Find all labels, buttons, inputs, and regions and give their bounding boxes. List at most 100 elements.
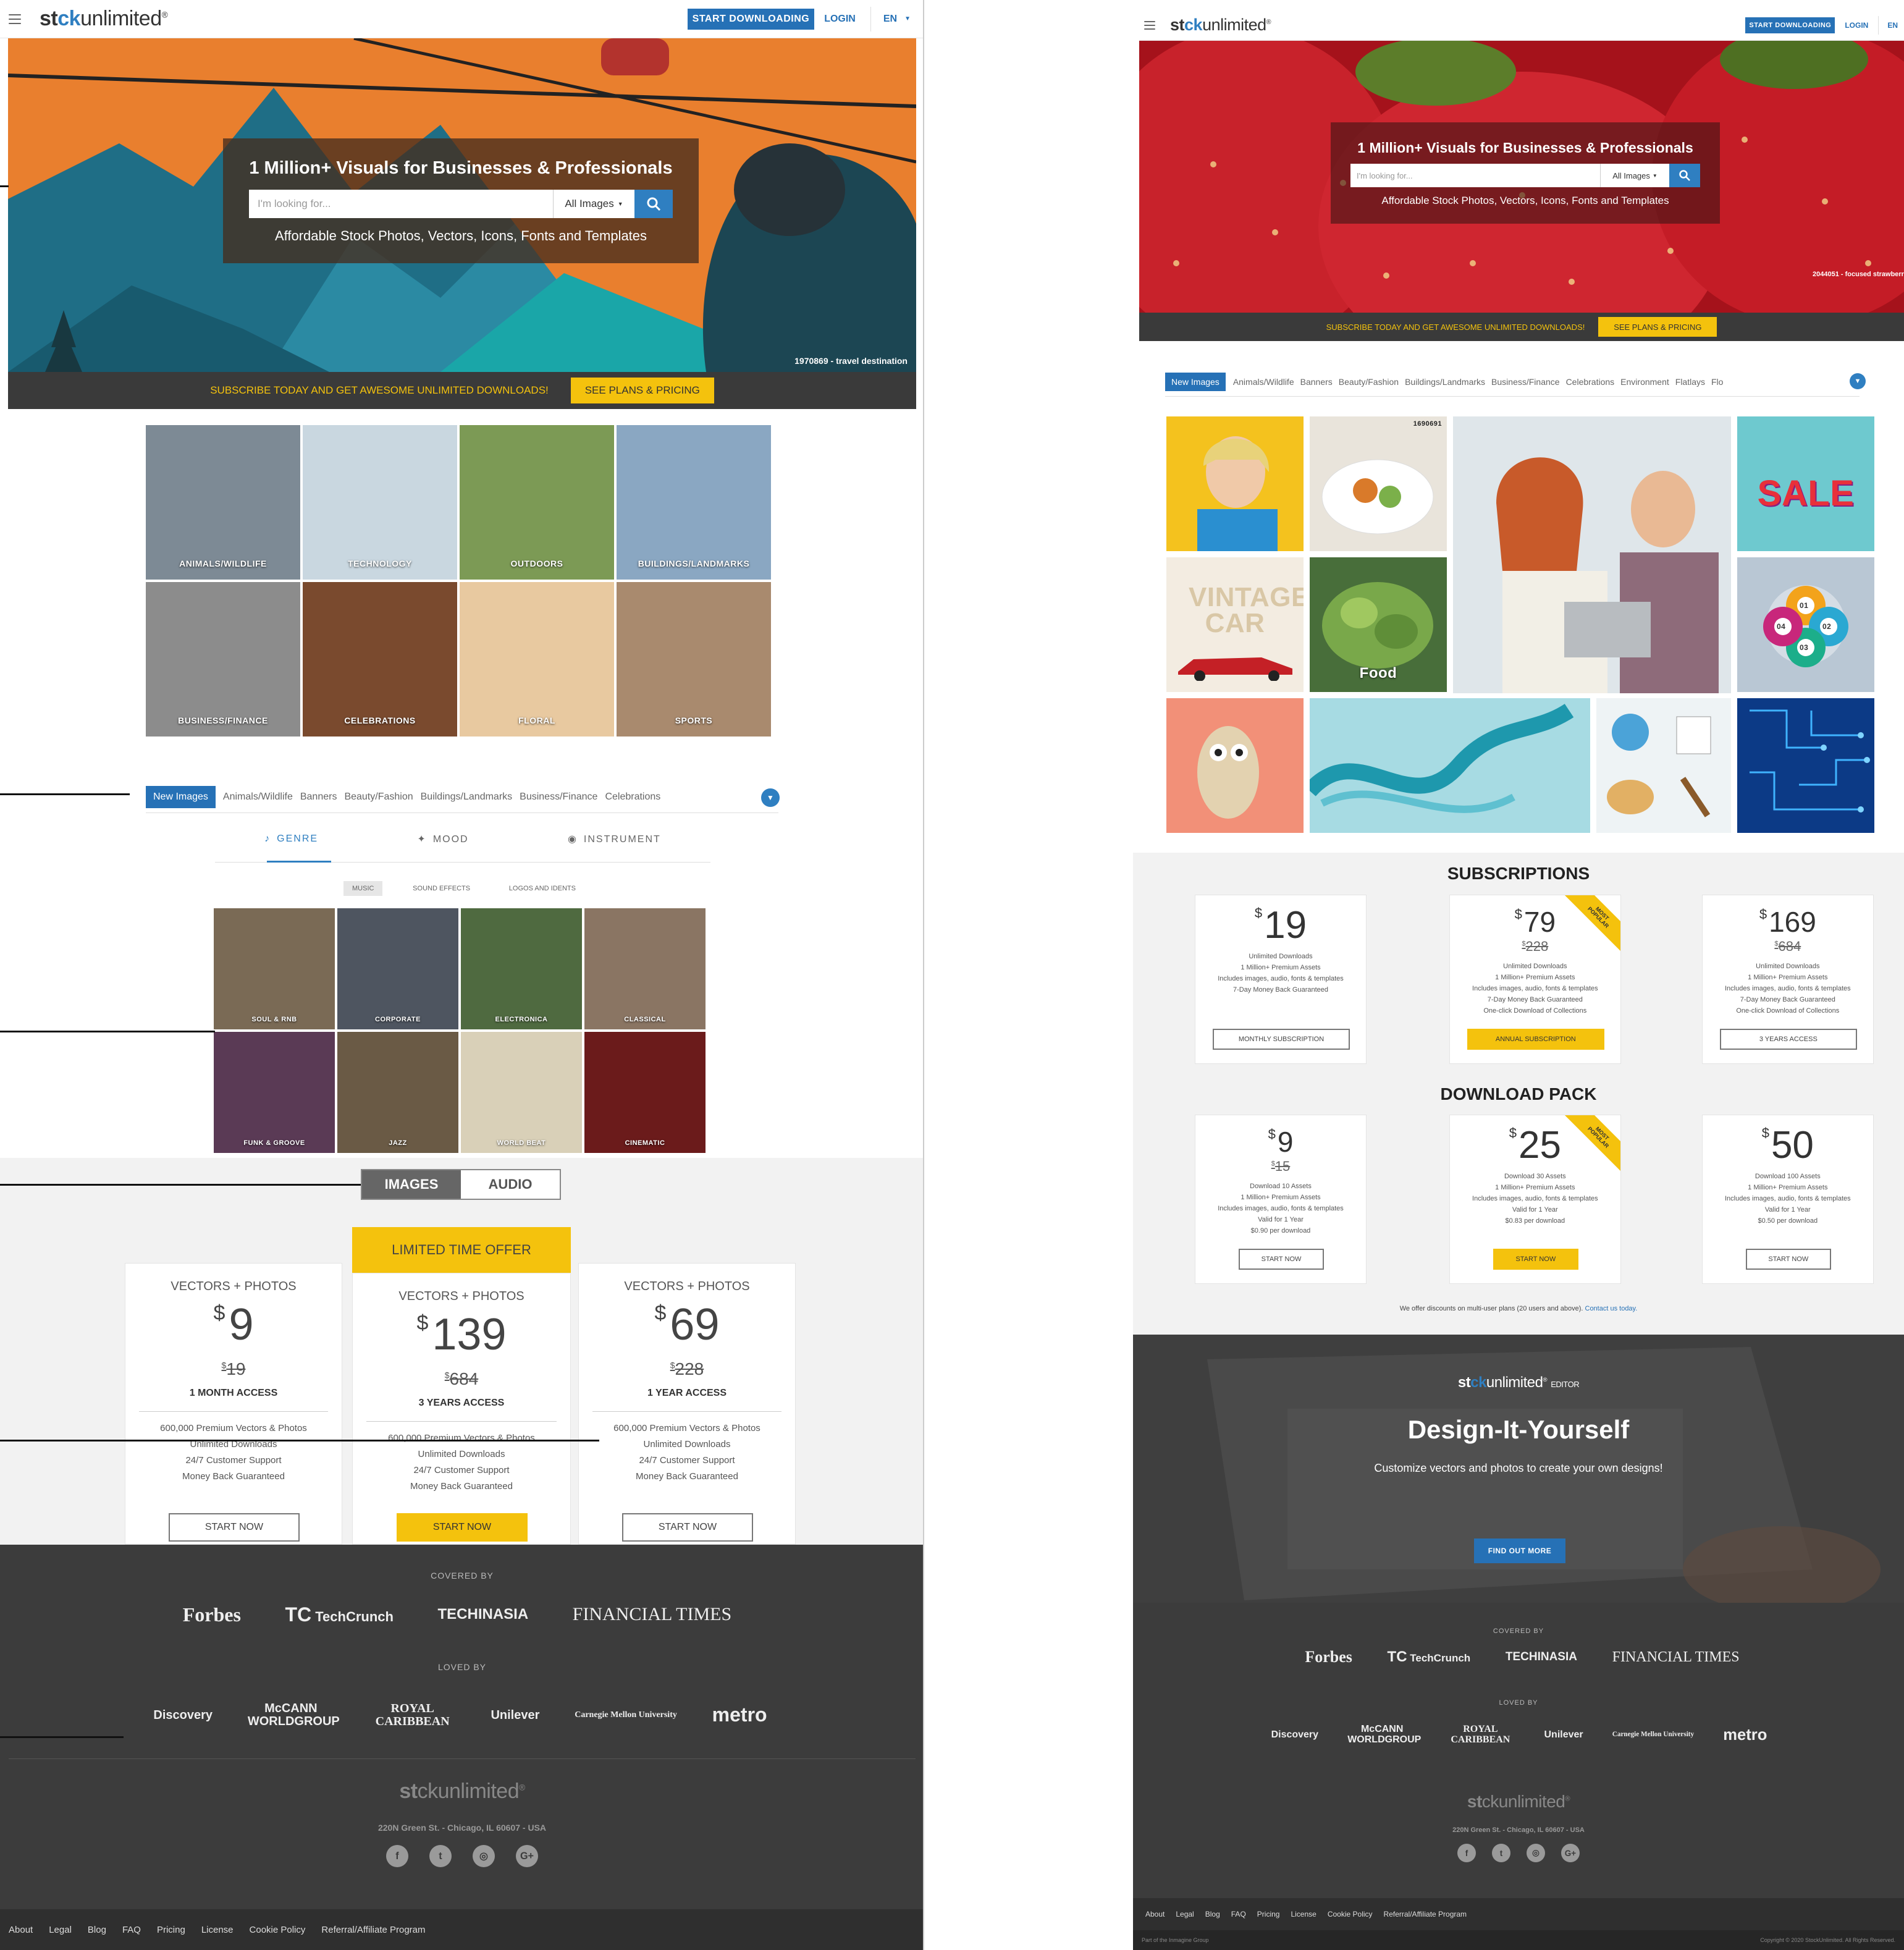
grid-image-food-plate[interactable]: 1690691 — [1310, 416, 1447, 551]
search-category-select[interactable]: All Images ▼ — [1600, 164, 1669, 187]
plan-cta-button[interactable]: 3 YEARS ACCESS — [1719, 1029, 1857, 1050]
start-downloading-button[interactable]: START DOWNLOADING — [1745, 17, 1835, 33]
footer-link-about[interactable]: About — [1145, 1910, 1165, 1918]
grid-image-owl[interactable] — [1166, 698, 1304, 833]
logo[interactable]: stckunlimited® — [40, 7, 168, 31]
hamburger-menu-icon[interactable] — [1144, 20, 1155, 30]
category-tile-animals-wildlife[interactable]: ANIMALS/WILDLIFE — [146, 425, 300, 580]
plan-cta-button[interactable]: START NOW — [1745, 1249, 1831, 1270]
google-plus-icon[interactable]: G+ — [1561, 1844, 1580, 1862]
see-plans-button[interactable]: SEE PLANS & PRICING — [1598, 317, 1717, 337]
plan-cta-button[interactable]: ANNUAL SUBSCRIPTION — [1467, 1029, 1604, 1050]
login-link[interactable]: LOGIN — [1845, 21, 1868, 30]
footer-link-license[interactable]: License — [201, 1925, 234, 1935]
instagram-icon[interactable]: ◎ — [473, 1845, 495, 1867]
tab-celebrations[interactable]: Celebrations — [1566, 377, 1615, 387]
grid-image-vintage-car[interactable]: VINTAGE CAR — [1166, 557, 1304, 692]
instagram-icon[interactable]: ◎ — [1527, 1844, 1545, 1862]
images-toggle-button[interactable]: IMAGES — [362, 1170, 461, 1199]
tab-business-finance[interactable]: Business/Finance — [520, 791, 597, 803]
subfilter-sound-effects[interactable]: SOUND EFFECTS — [404, 881, 479, 896]
contact-us-link[interactable]: Contact us today. — [1585, 1305, 1638, 1312]
category-tile-celebrations[interactable]: CELEBRATIONS — [303, 582, 457, 737]
grid-image-office-couple[interactable] — [1453, 416, 1731, 693]
tab-animals-wildlife[interactable]: Animals/Wildlife — [1233, 377, 1294, 387]
find-out-more-button[interactable]: FIND OUT MORE — [1474, 1538, 1565, 1563]
footer-link-blog[interactable]: Blog — [1205, 1910, 1220, 1918]
filter-tab-instrument[interactable]: ◉ INSTRUMENT — [568, 833, 661, 845]
search-input[interactable]: I'm looking for... — [249, 190, 553, 218]
hamburger-menu-icon[interactable] — [9, 14, 21, 24]
footer-link-blog[interactable]: Blog — [88, 1925, 106, 1935]
tab-business-finance[interactable]: Business/Finance — [1491, 377, 1560, 387]
footer-link-legal[interactable]: Legal — [49, 1925, 72, 1935]
category-tile-outdoors[interactable]: OUTDOORS — [460, 425, 614, 580]
subfilter-logos-and-idents[interactable]: LOGOS AND IDENTS — [500, 881, 584, 896]
category-tile-buildings-landmarks[interactable]: BUILDINGS/LANDMARKS — [617, 425, 771, 580]
tab-buildings-landmarks[interactable]: Buildings/Landmarks — [421, 791, 513, 803]
language-select[interactable]: EN ▼ — [883, 14, 911, 25]
footer-link-faq[interactable]: FAQ — [1231, 1910, 1246, 1918]
tab-new-images[interactable]: New Images — [1165, 372, 1226, 391]
google-plus-icon[interactable]: G+ — [516, 1845, 538, 1867]
tab-celebrations[interactable]: Celebrations — [605, 791, 660, 803]
search-button[interactable] — [1669, 164, 1700, 187]
plan-cta-button[interactable]: MONTHLY SUBSCRIPTION — [1213, 1029, 1350, 1050]
plan-cta-button[interactable]: START NOW — [1239, 1249, 1324, 1270]
category-tile-technology[interactable]: TECHNOLOGY — [303, 425, 457, 580]
search-input[interactable]: I'm looking for... — [1350, 164, 1600, 187]
filter-tab-genre[interactable]: ♪ GENRE — [264, 834, 318, 845]
language-select[interactable]: EN — [1887, 21, 1898, 30]
category-tile-business-finance[interactable]: BUSINESS/FINANCE — [146, 582, 300, 737]
grid-image-infographic[interactable]: 01 02 03 04 — [1737, 557, 1874, 692]
tab-animals-wildlife[interactable]: Animals/Wildlife — [223, 791, 293, 803]
footer-link-about[interactable]: About — [9, 1925, 33, 1935]
tab-beauty-fashion[interactable]: Beauty/Fashion — [1339, 377, 1399, 387]
login-link[interactable]: LOGIN — [824, 14, 856, 25]
footer-link-pricing[interactable]: Pricing — [157, 1925, 185, 1935]
footer-link-pricing[interactable]: Pricing — [1257, 1910, 1280, 1918]
grid-image-water-splash[interactable] — [1310, 698, 1590, 833]
footer-link-cookie-policy[interactable]: Cookie Policy — [1328, 1910, 1373, 1918]
see-plans-button[interactable]: SEE PLANS & PRICING — [570, 378, 714, 403]
start-downloading-button[interactable]: START DOWNLOADING — [687, 8, 815, 30]
grid-image-woman-yellow[interactable] — [1166, 416, 1304, 551]
tab-banners[interactable]: Banners — [1300, 377, 1333, 387]
search-button[interactable] — [634, 190, 673, 218]
footer-link-license[interactable]: License — [1291, 1910, 1316, 1918]
grid-image-circuit[interactable] — [1737, 698, 1874, 833]
footer-link-cookie-policy[interactable]: Cookie Policy — [250, 1925, 306, 1935]
genre-tile-classical[interactable]: CLASSICAL — [584, 908, 706, 1029]
grid-image-sale[interactable]: SALE — [1737, 416, 1874, 551]
footer-link-legal[interactable]: Legal — [1176, 1910, 1194, 1918]
filter-tab-mood[interactable]: ✦ MOOD — [417, 833, 468, 845]
category-tile-sports[interactable]: SPORTS — [617, 582, 771, 737]
tab-buildings-landmarks[interactable]: Buildings/Landmarks — [1405, 377, 1485, 387]
genre-tile-soul-rnb[interactable]: SOUL & RNB — [214, 908, 335, 1029]
footer-link-faq[interactable]: FAQ — [122, 1925, 141, 1935]
genre-tile-jazz[interactable]: JAZZ — [337, 1032, 458, 1153]
grid-image-food-salad[interactable]: Food — [1310, 557, 1447, 692]
genre-tile-cinematic[interactable]: CINEMATIC — [584, 1032, 706, 1153]
facebook-icon[interactable]: f — [386, 1845, 408, 1867]
search-category-select[interactable]: All Images ▼ — [553, 190, 634, 218]
tab-new-images[interactable]: New Images — [146, 785, 216, 808]
genre-tile-electronica[interactable]: ELECTRONICA — [461, 908, 582, 1029]
facebook-icon[interactable]: f — [1457, 1844, 1476, 1862]
audio-toggle-button[interactable]: AUDIO — [461, 1170, 560, 1199]
start-now-button[interactable]: START NOW — [622, 1513, 753, 1542]
start-now-button[interactable]: START NOW — [397, 1513, 528, 1542]
footer-link-referral-affiliate-program[interactable]: Referral/Affiliate Program — [1384, 1910, 1467, 1918]
tab-beauty-fashion[interactable]: Beauty/Fashion — [344, 791, 413, 803]
plan-cta-button[interactable]: START NOW — [1493, 1249, 1578, 1270]
tab-flo[interactable]: Flo — [1711, 377, 1723, 387]
genre-tile-funk-groove[interactable]: FUNK & GROOVE — [214, 1032, 335, 1153]
grid-image-icons[interactable] — [1596, 698, 1731, 833]
tab-banners[interactable]: Banners — [300, 791, 337, 803]
tabs-scroll-button[interactable]: ▼ — [1850, 373, 1866, 389]
footer-link-referral-affiliate-program[interactable]: Referral/Affiliate Program — [321, 1925, 425, 1935]
subfilter-music[interactable]: MUSIC — [343, 881, 383, 896]
tab-flatlays[interactable]: Flatlays — [1675, 377, 1705, 387]
twitter-icon[interactable]: t — [1492, 1844, 1510, 1862]
genre-tile-world-beat[interactable]: WORLD BEAT — [461, 1032, 582, 1153]
